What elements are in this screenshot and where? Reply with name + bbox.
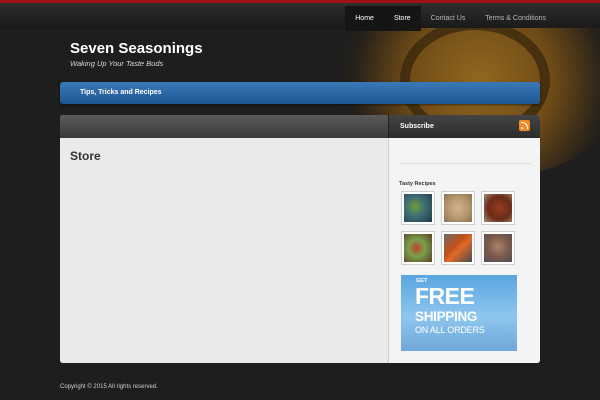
- recipe-image: [444, 234, 472, 262]
- rss-icon[interactable]: [519, 120, 530, 131]
- main-content: Store: [60, 138, 388, 363]
- recipe-image: [484, 234, 512, 262]
- page-title: Store: [70, 149, 101, 163]
- sidebar: Tasty Recipes GET FREE SHIPPING ON ALL O…: [388, 138, 540, 363]
- content-header-bar: [60, 115, 388, 138]
- nav-item-home[interactable]: Home: [345, 6, 384, 31]
- widget-title-tasty-recipes: Tasty Recipes: [399, 181, 436, 187]
- sidebar-header-bar: Subscribe: [388, 115, 540, 138]
- recipe-thumbnail[interactable]: [481, 191, 515, 225]
- recipe-thumbnail[interactable]: [401, 191, 435, 225]
- top-navigation-bar: Home Store Contact Us Terms & Conditions: [0, 0, 600, 31]
- ad-text-on-all-orders: ON ALL ORDERS: [415, 325, 485, 335]
- free-shipping-ad-banner[interactable]: GET FREE SHIPPING ON ALL ORDERS: [401, 275, 517, 351]
- recipe-thumbnail[interactable]: [481, 231, 515, 265]
- footer-copyright: Copyright © 2015 All rights reserved.: [60, 384, 158, 390]
- recipe-image: [444, 194, 472, 222]
- category-bar: Tips, Tricks and Recipes: [60, 82, 540, 104]
- content-wrapper: Subscribe Store Tasty Recipes GET FREE S…: [60, 115, 540, 363]
- main-nav: Home Store Contact Us Terms & Conditions: [345, 6, 556, 31]
- recipe-image: [404, 234, 432, 262]
- ad-text-free: FREE: [415, 283, 475, 309]
- recipe-thumbnail-grid: [401, 191, 519, 265]
- sidebar-divider: [399, 163, 531, 164]
- ad-text-shipping: SHIPPING: [415, 309, 478, 324]
- recipe-image: [484, 194, 512, 222]
- recipe-image: [404, 194, 432, 222]
- site-tagline: Waking Up Your Taste Buds: [70, 59, 164, 68]
- recipe-thumbnail[interactable]: [441, 231, 475, 265]
- site-title[interactable]: Seven Seasonings: [70, 40, 203, 57]
- category-link-tips-tricks-recipes[interactable]: Tips, Tricks and Recipes: [80, 82, 162, 104]
- nav-item-terms-conditions[interactable]: Terms & Conditions: [475, 6, 556, 31]
- nav-item-store[interactable]: Store: [383, 6, 421, 31]
- subscribe-label: Subscribe: [400, 123, 434, 130]
- nav-item-contact-us[interactable]: Contact Us: [421, 6, 476, 31]
- recipe-thumbnail[interactable]: [441, 191, 475, 225]
- recipe-thumbnail[interactable]: [401, 231, 435, 265]
